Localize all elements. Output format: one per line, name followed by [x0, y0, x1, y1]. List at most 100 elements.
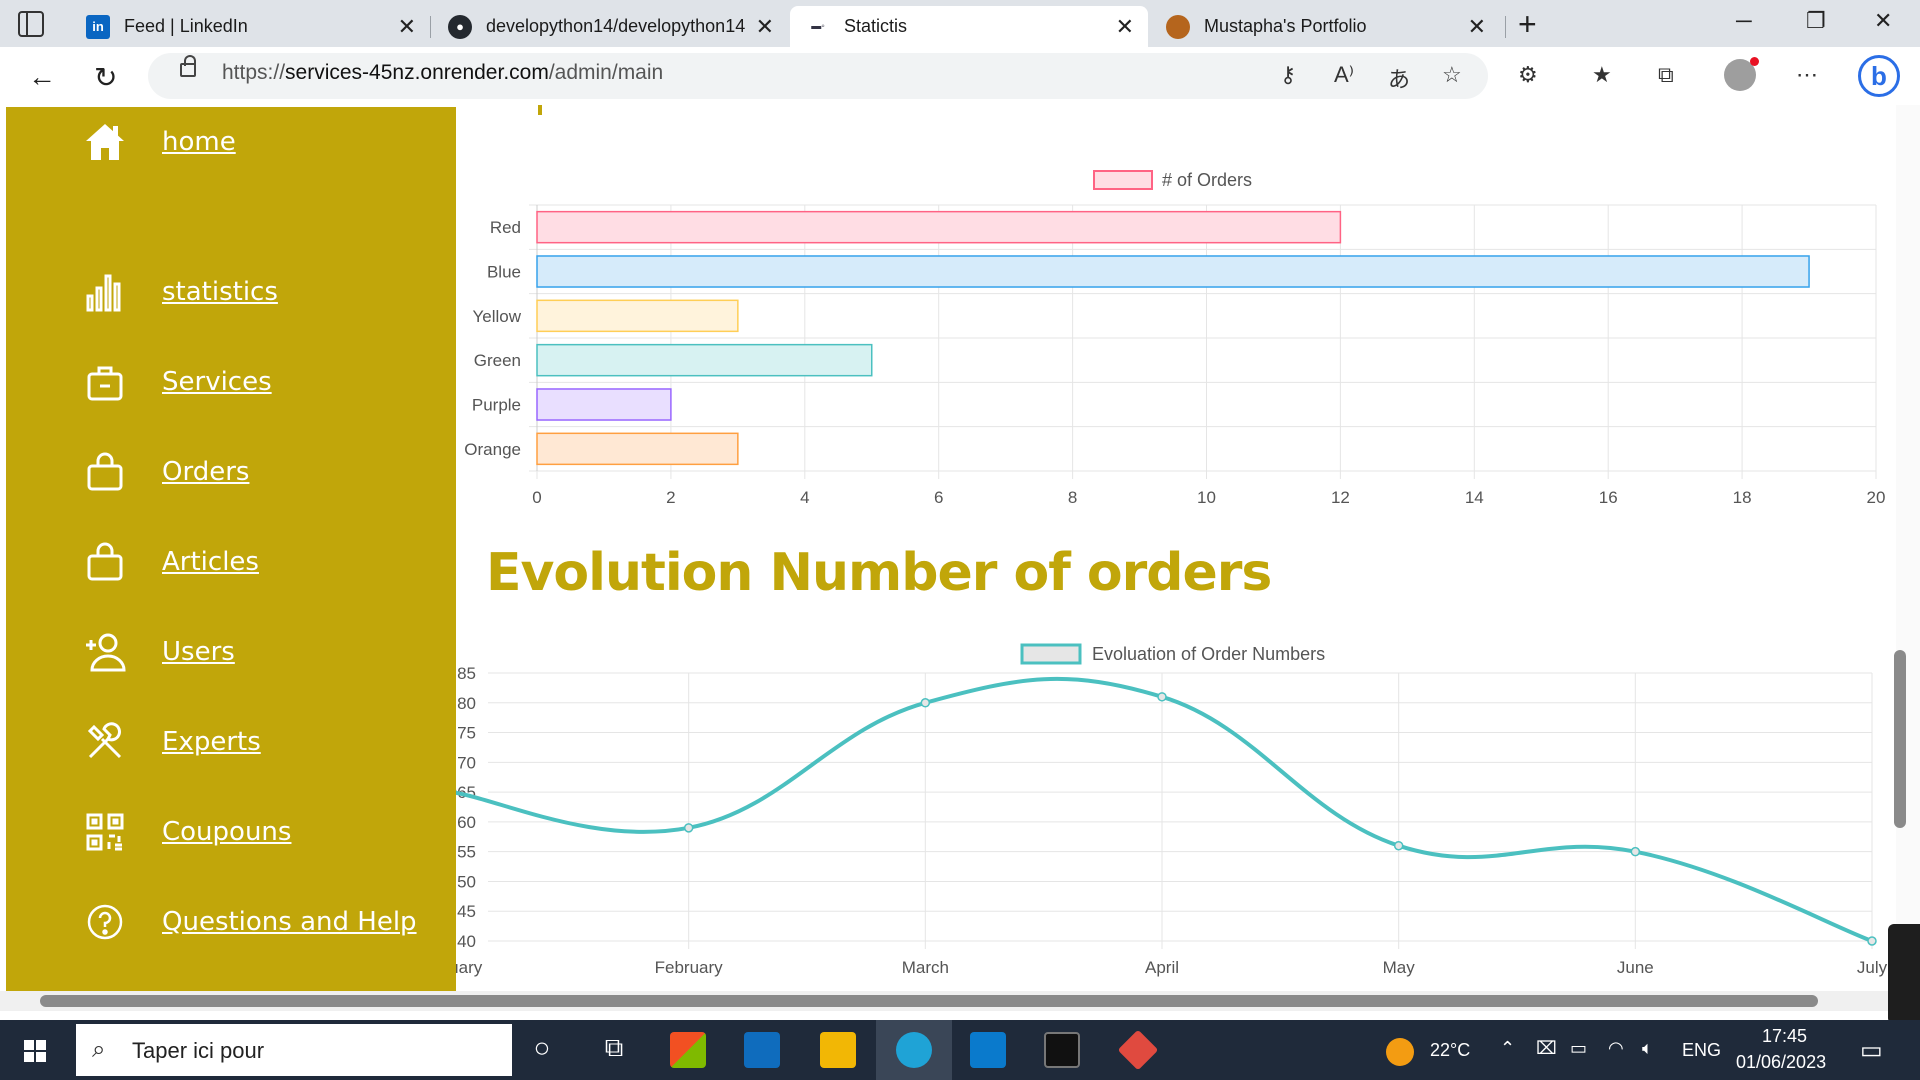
- data-point: [683, 823, 694, 833]
- vertical-scrollbar[interactable]: [1896, 105, 1920, 991]
- wifi-icon[interactable]: ◠: [1608, 1038, 1624, 1059]
- more-options-icon[interactable]: ⋯: [1796, 62, 1818, 88]
- battery-icon[interactable]: ▭: [1570, 1038, 1587, 1059]
- site-icon: ▬◦: [811, 21, 825, 32]
- add-favorite-icon[interactable]: ☆: [1442, 62, 1462, 88]
- qr-code-icon: [78, 807, 132, 857]
- windows-start-icon[interactable]: [24, 1040, 46, 1062]
- weather-icon[interactable]: [1386, 1038, 1414, 1066]
- linkedin-icon: in: [86, 14, 110, 39]
- read-aloud-icon[interactable]: A⁾: [1334, 62, 1354, 88]
- tab-linkedin[interactable]: in Feed | LinkedIn ✕: [70, 6, 430, 47]
- x-tick-label: 2: [666, 488, 675, 507]
- close-window-icon[interactable]: ✕: [1874, 8, 1892, 34]
- sidebar-item-label[interactable]: Articles: [162, 547, 259, 577]
- legend-swatch: [1020, 643, 1082, 665]
- sidebar-item-label[interactable]: Orders: [162, 457, 249, 487]
- y-tick-label: Green: [474, 351, 521, 370]
- sidebar-item-coupouns[interactable]: Coupouns: [78, 807, 291, 857]
- tab-title: developython14/developython14: [486, 16, 746, 36]
- sidebar-item-label[interactable]: Experts: [162, 727, 261, 757]
- close-icon[interactable]: ✕: [1468, 14, 1486, 40]
- bar: [536, 432, 739, 466]
- close-icon[interactable]: ✕: [398, 14, 416, 40]
- horizontal-scrollbar[interactable]: [0, 991, 1920, 1011]
- collections-icon[interactable]: ⧉: [1658, 62, 1674, 88]
- refresh-icon[interactable]: ↻: [94, 61, 117, 94]
- sidebar-item-label[interactable]: home: [162, 127, 236, 157]
- tray-chevron-icon[interactable]: ⌃: [1500, 1038, 1515, 1059]
- capture-toolbar[interactable]: [1888, 924, 1920, 1024]
- notification-dot: [1750, 57, 1759, 66]
- extensions-icon[interactable]: ⚙: [1518, 62, 1538, 88]
- cortana-icon[interactable]: ○: [524, 1032, 560, 1068]
- y-tick-label: 60: [457, 813, 476, 832]
- notifications-icon[interactable]: ▭: [1860, 1036, 1883, 1065]
- portfolio-icon: [1166, 14, 1190, 39]
- sidebar-item-label[interactable]: statistics: [162, 277, 278, 307]
- vscode-icon[interactable]: [970, 1032, 1006, 1068]
- address-bar: ← ↻ https://services-45nz.onrender.com/a…: [0, 47, 1920, 105]
- clock-date[interactable]: 01/06/2023: [1736, 1052, 1826, 1073]
- restore-icon[interactable]: ❐: [1806, 8, 1826, 34]
- taskbar-search[interactable]: ⌕ Taper ici pour: [76, 1024, 512, 1076]
- new-tab-button[interactable]: +: [1518, 6, 1537, 43]
- clock-time[interactable]: 17:45: [1762, 1026, 1807, 1047]
- url-text[interactable]: https://services-45nz.onrender.com/admin…: [222, 61, 663, 85]
- key-icon[interactable]: ⚷: [1280, 62, 1296, 88]
- horizontal-scroll-thumb[interactable]: [40, 995, 1818, 1007]
- sidebar-item-label[interactable]: Users: [162, 637, 235, 667]
- sidebar-item-statistics[interactable]: statistics: [78, 267, 278, 317]
- sidebar-item-articles[interactable]: Articles: [78, 537, 259, 587]
- edge-icon[interactable]: [896, 1032, 932, 1068]
- sidebar-item-services[interactable]: Services: [78, 357, 272, 407]
- sidebar-item-label[interactable]: Coupouns: [162, 817, 291, 847]
- sidebar-item-label[interactable]: Services: [162, 367, 272, 397]
- language-indicator[interactable]: ENG: [1682, 1040, 1721, 1061]
- close-icon[interactable]: ✕: [1116, 14, 1134, 40]
- x-tick-label: 12: [1331, 488, 1350, 507]
- translate-icon[interactable]: あ: [1388, 62, 1410, 94]
- y-tick-label: 75: [457, 724, 476, 743]
- minimize-icon[interactable]: ─: [1736, 8, 1752, 34]
- sidebar-item-home[interactable]: home: [78, 117, 236, 167]
- lock-icon[interactable]: [180, 55, 196, 77]
- bar: [536, 299, 739, 333]
- vertical-scroll-thumb[interactable]: [1894, 650, 1906, 828]
- meet-icon[interactable]: ⌧: [1536, 1038, 1557, 1059]
- x-tick-label: 16: [1599, 488, 1618, 507]
- store-icon[interactable]: [670, 1032, 706, 1068]
- volume-icon[interactable]: 🔈︎: [1642, 1038, 1653, 1059]
- sidebar-item-users[interactable]: Users: [78, 627, 235, 677]
- sidebar-item-orders[interactable]: Orders: [78, 447, 249, 497]
- mail-icon[interactable]: [744, 1032, 780, 1068]
- task-view-icon[interactable]: ⧉: [596, 1032, 632, 1068]
- x-tick-label: March: [902, 958, 949, 977]
- temperature[interactable]: 22°C: [1430, 1040, 1470, 1061]
- bing-icon[interactable]: b: [1858, 55, 1900, 97]
- sidebar-item-questions[interactable]: Questions and Help: [78, 897, 417, 947]
- data-point: [920, 698, 931, 708]
- favorites-icon[interactable]: ★: [1592, 62, 1612, 88]
- git-icon[interactable]: [1117, 1029, 1159, 1071]
- x-tick-label: June: [1617, 958, 1654, 977]
- search-placeholder[interactable]: Taper ici pour: [132, 1038, 264, 1064]
- orders-bar-chart: # of Orders 0 2 4 6 8 10 12 14 16 18 20 Red Blue Yello…: [464, 170, 1885, 507]
- file-explorer-icon[interactable]: [820, 1032, 856, 1068]
- tab-actions-icon[interactable]: [18, 11, 44, 37]
- bar: [536, 388, 672, 421]
- windows-taskbar: ⌕ Taper ici pour ○ ⧉ 22°C ⌃ ⌧ ▭ ◠ 🔈︎ ENG…: [0, 1020, 1920, 1080]
- back-icon[interactable]: ←: [28, 61, 56, 93]
- tab-portfolio[interactable]: Mustapha's Portfolio ✕: [1150, 6, 1500, 47]
- terminal-icon[interactable]: [1044, 1032, 1080, 1068]
- y-tick-label: 40: [457, 932, 476, 951]
- data-point: [1157, 692, 1167, 702]
- close-icon[interactable]: ✕: [756, 14, 774, 40]
- sidebar-item-label[interactable]: Questions and Help: [162, 907, 417, 937]
- tab-statictis[interactable]: ▬◦ Statictis ✕: [790, 6, 1148, 47]
- bar: [536, 343, 873, 377]
- sidebar-item-experts[interactable]: Experts: [78, 717, 261, 767]
- x-tick-label: 4: [800, 488, 809, 507]
- y-tick-label: Yellow: [472, 307, 521, 326]
- tab-github[interactable]: ● developython14/developython14 ✕: [432, 6, 788, 47]
